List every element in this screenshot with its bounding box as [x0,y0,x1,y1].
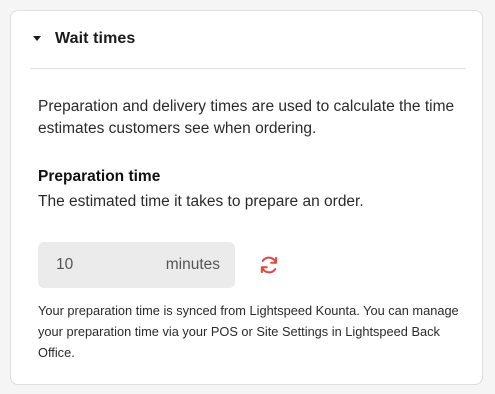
sync-footnote: Your preparation time is synced from Lig… [38,303,459,360]
preparation-time-input[interactable]: 10 minutes [38,242,235,288]
preparation-time-unit: minutes [165,256,220,273]
wait-times-card: Wait times Preparation and delivery time… [10,10,483,385]
wait-times-intro: Preparation and delivery times are used … [38,98,455,137]
wait-times-header[interactable]: Wait times [11,11,482,69]
caret-down-icon[interactable] [33,36,41,41]
wait-times-title: Wait times [55,30,136,47]
preparation-time-description: The estimated time it takes to prepare a… [38,193,364,210]
preparation-time-value: 10 [56,256,74,273]
refresh-icon[interactable] [258,254,280,276]
header-divider [30,68,466,69]
preparation-time-title: Preparation time [38,168,161,185]
